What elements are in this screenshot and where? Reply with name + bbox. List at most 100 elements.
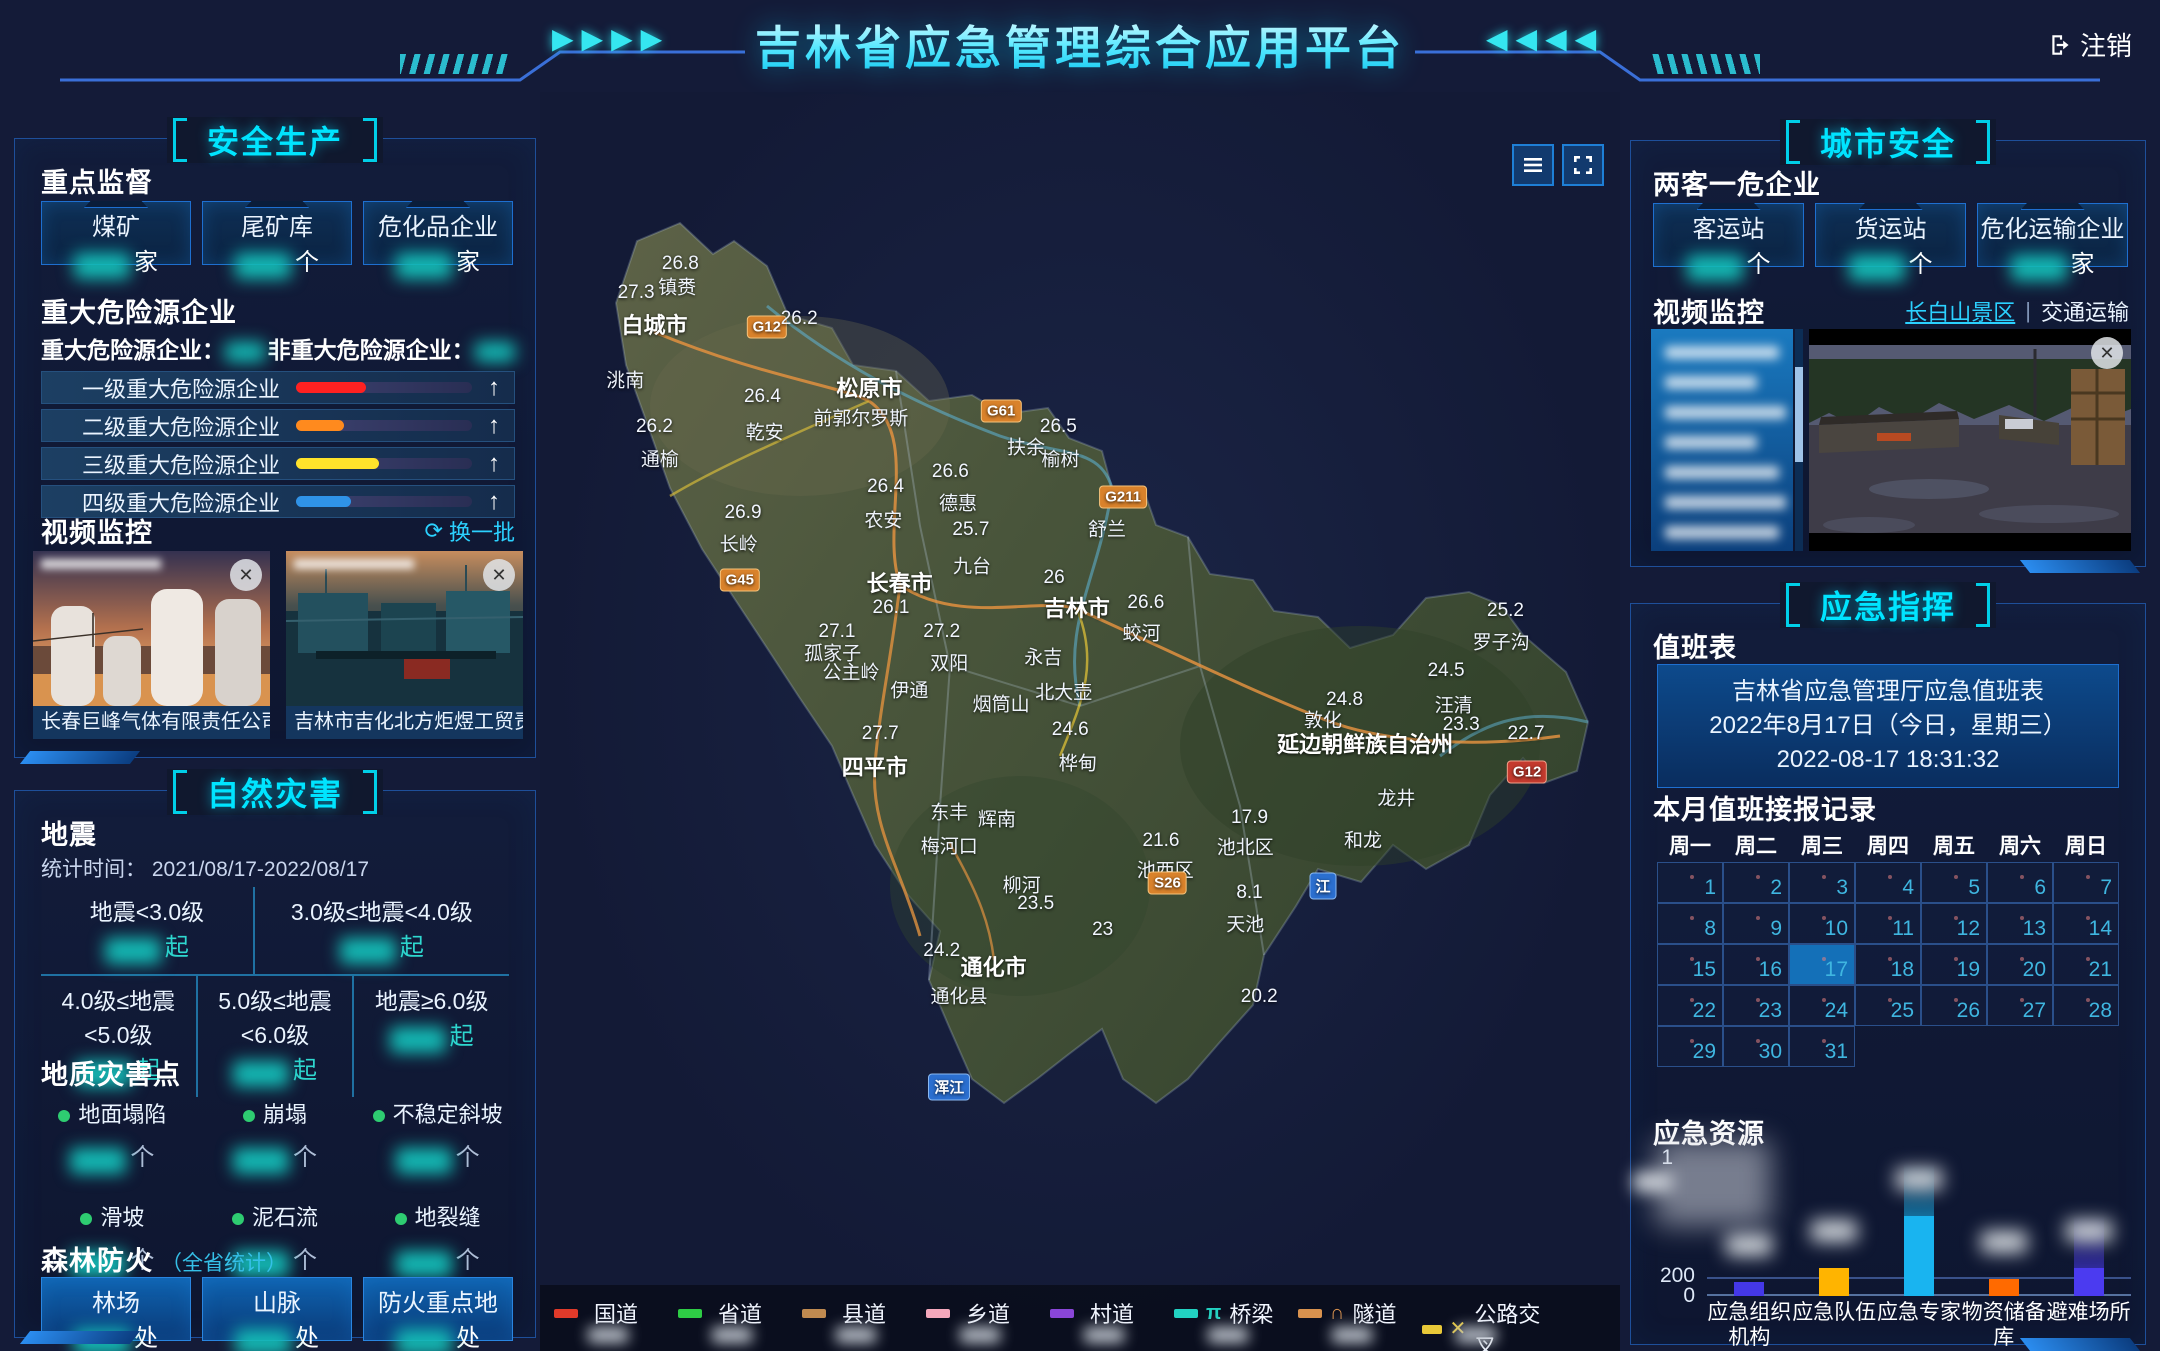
map-layers-button[interactable]: [1512, 144, 1554, 186]
calendar-day[interactable]: 19: [1921, 944, 1987, 985]
camera-list-redacted[interactable]: [1651, 329, 1793, 551]
geo-label-row: 泥石流: [194, 1200, 357, 1232]
geo-unit: 个: [456, 1144, 480, 1171]
legend-item[interactable]: ✕ 公路交叉: [1422, 1297, 1546, 1351]
calendar-day[interactable]: 21: [2053, 944, 2119, 985]
calendar-day[interactable]: 13: [1987, 903, 2053, 944]
calendar-day[interactable]: 9: [1723, 903, 1789, 944]
calendar-day[interactable]: 25: [1855, 985, 1921, 1026]
geo-label: 地面塌陷: [78, 1102, 166, 1127]
calendar-day[interactable]: 29: [1657, 1026, 1723, 1067]
duty-title: 值班表: [1653, 626, 1737, 665]
camera-scene-courtyard: [1809, 329, 2131, 551]
card-value: 个: [203, 242, 351, 279]
calendar-day[interactable]: 24: [1789, 985, 1855, 1026]
resource-bar[interactable]: [1819, 1268, 1849, 1296]
map-label: G12: [1507, 760, 1547, 783]
supervision-card[interactable]: 煤矿 家: [41, 201, 191, 265]
city-card[interactable]: 货运站 个: [1815, 203, 1966, 267]
day-number: 8: [1704, 917, 1716, 941]
quake-unit: 起: [293, 1057, 317, 1084]
resource-bar[interactable]: [1989, 1279, 2019, 1296]
day-number: 20: [2023, 958, 2046, 982]
calendar-day[interactable]: 12: [1921, 903, 1987, 944]
forest-card[interactable]: 防火重点地 处: [363, 1277, 513, 1341]
resource-bar[interactable]: [1904, 1216, 1934, 1296]
forest-card[interactable]: 山脉 处: [202, 1277, 352, 1341]
legend-item[interactable]: 国道: [554, 1297, 678, 1329]
quake-unit: 起: [450, 1023, 474, 1050]
calendar-day[interactable]: 20: [1987, 944, 2053, 985]
card-unit: 个: [295, 249, 319, 276]
map-fullscreen-button[interactable]: [1562, 144, 1604, 186]
calendar-day[interactable]: 27: [1987, 985, 2053, 1026]
calendar-day[interactable]: 18: [1855, 944, 1921, 985]
legend-item[interactable]: 省道: [678, 1297, 802, 1329]
legend-item[interactable]: ∩ 隧道: [1298, 1297, 1422, 1329]
calendar-day[interactable]: 10: [1789, 903, 1855, 944]
legend-item[interactable]: π 桥梁: [1174, 1297, 1298, 1329]
refresh-batch-button[interactable]: ⟳ 换一批: [425, 515, 515, 547]
card-unit: 个: [1909, 251, 1933, 278]
weekday-label: 周六: [1987, 830, 2053, 860]
city-card[interactable]: 危化运输企业 家: [1977, 203, 2128, 267]
day-number: 22: [1693, 999, 1716, 1023]
calendar-day[interactable]: 26: [1921, 985, 1987, 1026]
legend-item[interactable]: 县道: [802, 1297, 926, 1329]
calendar-day[interactable]: 8: [1657, 903, 1723, 944]
calendar-day[interactable]: 22: [1657, 985, 1723, 1026]
calendar-day[interactable]: 14: [2053, 903, 2119, 944]
calendar-day[interactable]: 5: [1921, 862, 1987, 903]
calendar-day[interactable]: 3: [1789, 862, 1855, 903]
calendar-day[interactable]: 4: [1855, 862, 1921, 903]
calendar-day[interactable]: 17: [1789, 944, 1855, 985]
logout-button[interactable]: 注销: [2048, 26, 2132, 63]
calendar-day[interactable]: 2: [1723, 862, 1789, 903]
resource-bar[interactable]: [1734, 1282, 1764, 1296]
map-canvas[interactable]: 26.827.3镇赉白城市G1226.2洮南松原市26.4前郭尔罗斯乾安26.2…: [540, 92, 1620, 1351]
hazard-minor-label: 非重大危险源企业：: [268, 337, 475, 363]
legend-item[interactable]: 村道: [1050, 1297, 1174, 1329]
close-icon[interactable]: ✕: [230, 559, 262, 591]
map-label: 四平市: [842, 750, 908, 782]
tab-transport[interactable]: 交通运输: [2041, 295, 2129, 327]
calendar-day[interactable]: 31: [1789, 1026, 1855, 1067]
city-video-header: 视频监控 长白山景区 | 交通运输: [1653, 291, 2129, 330]
city-card[interactable]: 客运站 个: [1653, 203, 1804, 267]
legend-count-redacted: [1084, 1327, 1124, 1343]
supervision-card[interactable]: 尾矿库 个: [202, 201, 352, 265]
calendar-day[interactable]: 7: [2053, 862, 2119, 903]
hazard-bar-track: [296, 420, 472, 431]
scrollbar-thumb[interactable]: [1795, 367, 1803, 462]
live-video-frame[interactable]: ✕: [1809, 329, 2131, 551]
map-label: 池北区: [1217, 833, 1274, 860]
calendar-day[interactable]: 1: [1657, 862, 1723, 903]
legend-count-redacted: [712, 1327, 752, 1343]
scrollbar[interactable]: [1795, 329, 1803, 551]
report-dot: [1822, 875, 1826, 879]
resource-bar[interactable]: [2074, 1268, 2104, 1296]
close-icon[interactable]: ✕: [483, 559, 515, 591]
close-icon[interactable]: ✕: [2091, 337, 2123, 369]
camera-thumb[interactable]: ✕ 长春巨峰气体有限责任公司: [33, 551, 270, 739]
tab-changbaishan[interactable]: 长白山景区: [1905, 295, 2015, 327]
hazard-level-row[interactable]: 二级重大危险源企业 ↑: [41, 409, 515, 442]
calendar-day[interactable]: 30: [1723, 1026, 1789, 1067]
trend-up-icon: ↑: [488, 374, 500, 402]
calendar-day[interactable]: 28: [2053, 985, 2119, 1026]
camera-thumb[interactable]: ✕ 吉林市吉化北方炬煜工贸责任...: [286, 551, 523, 739]
calendar-day[interactable]: 23: [1723, 985, 1789, 1026]
calendar-day[interactable]: 15: [1657, 944, 1723, 985]
quake-title: 地震: [41, 813, 97, 852]
card-notch: [406, 201, 470, 208]
calendar-day[interactable]: 16: [1723, 944, 1789, 985]
hazard-level-row[interactable]: 三级重大危险源企业 ↑: [41, 447, 515, 480]
supervision-card[interactable]: 危化品企业 家: [363, 201, 513, 265]
day-number: 11: [1892, 917, 1914, 941]
duty-roster-card[interactable]: 吉林省应急管理厅应急值班表 2022年8月17日（今日，星期三） 2022-08…: [1657, 664, 2119, 788]
calendar-day[interactable]: 11: [1855, 903, 1921, 944]
legend-label: 隧道: [1352, 1297, 1396, 1329]
legend-item[interactable]: 乡道: [926, 1297, 1050, 1329]
hazard-level-row[interactable]: 一级重大危险源企业 ↑: [41, 371, 515, 404]
calendar-day[interactable]: 6: [1987, 862, 2053, 903]
